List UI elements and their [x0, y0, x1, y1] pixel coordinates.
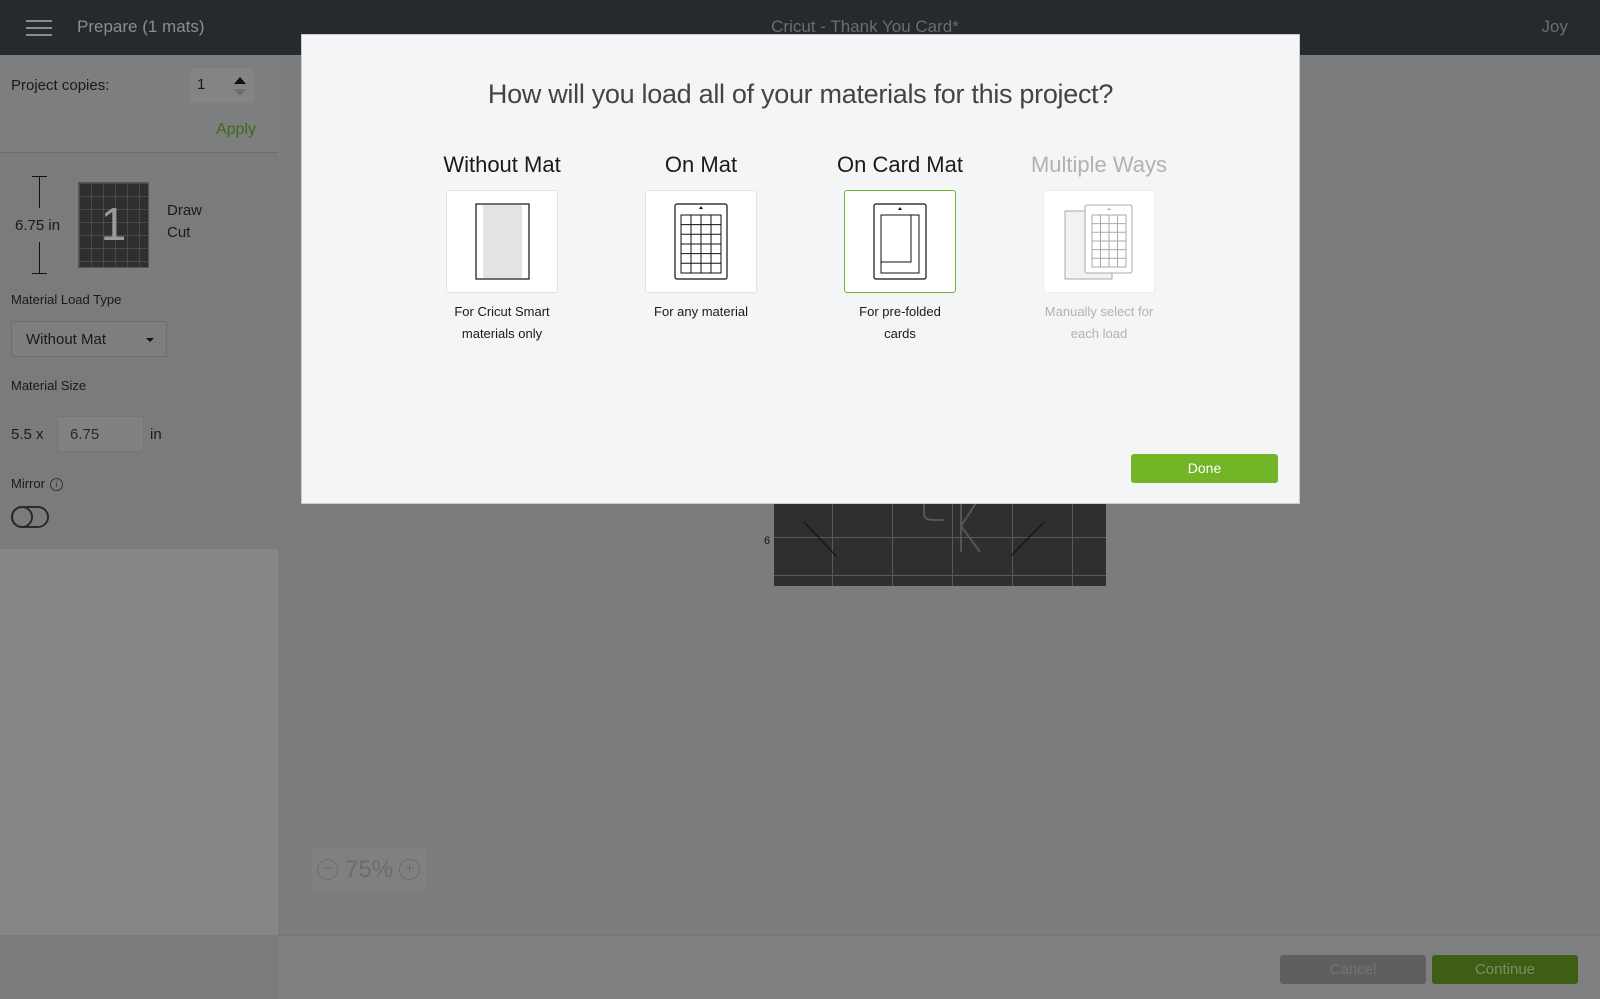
option-description: Manually select for	[1044, 304, 1154, 319]
option-description: each load	[1070, 326, 1128, 341]
zoom-out-icon[interactable]: −	[317, 859, 338, 880]
dialog-title: How will you load all of your materials …	[487, 79, 1114, 109]
option-description: materials only	[461, 326, 543, 341]
option-title: On Mat	[664, 152, 738, 177]
mirror-label: Mirror	[11, 476, 45, 491]
option-on-card-mat[interactable]: On Card Mat For pre-folded cards	[820, 152, 980, 345]
option-title: On Card Mat	[837, 152, 963, 177]
operation-draw: Draw	[167, 202, 203, 219]
apply-button[interactable]: Apply	[216, 121, 256, 139]
option-card[interactable]	[1043, 190, 1155, 293]
project-copies-stepper[interactable]: 1	[190, 68, 254, 103]
increment-arrow-icon[interactable]	[234, 77, 246, 84]
info-icon[interactable]: i	[50, 478, 63, 491]
material-height-value[interactable]: 6.75	[70, 426, 99, 443]
cutting-mat-icon	[674, 203, 728, 280]
material-height-input[interactable]: 6.75	[57, 416, 144, 452]
operation-cut: Cut	[167, 224, 191, 241]
done-button[interactable]: Done	[1131, 454, 1278, 483]
material-size-unit: in	[150, 426, 162, 443]
material-width: 5.5 x	[11, 426, 44, 443]
option-title: Multiple Ways	[1030, 152, 1168, 177]
project-copies-row: Project copies: 1 Apply	[0, 55, 278, 153]
project-copies-label: Project copies:	[11, 77, 110, 94]
mat-thumbnail[interactable]: 1	[78, 182, 149, 268]
option-description: cards	[884, 326, 916, 341]
zoom-in-icon[interactable]: +	[399, 859, 420, 880]
cancel-button[interactable]: Cancel	[1280, 955, 1426, 984]
material-load-type-select[interactable]: Without Mat	[11, 321, 167, 357]
continue-button[interactable]: Continue	[1432, 955, 1578, 984]
option-card[interactable]	[844, 190, 956, 293]
material-load-type-value: Without Mat	[26, 331, 107, 348]
option-title: Without Mat	[443, 152, 561, 177]
user-name[interactable]: Joy	[1542, 17, 1568, 37]
mirror-toggle[interactable]	[11, 506, 49, 528]
mat-height-label: 6.75 in	[15, 217, 61, 234]
without-mat-icon	[475, 203, 530, 280]
card-mat-icon	[873, 203, 927, 280]
mat-number: 1	[100, 198, 127, 250]
mat-operations: Draw Cut	[167, 200, 202, 244]
sidebar-empty-area	[0, 549, 278, 935]
option-description: For any material	[654, 304, 748, 319]
option-card[interactable]	[446, 190, 558, 293]
option-multiple-ways[interactable]: Multiple Ways Manually select for each l…	[1019, 152, 1179, 345]
material-size-label: Material Size	[11, 378, 87, 393]
option-card[interactable]	[645, 190, 757, 293]
material-load-type-label: Material Load Type	[11, 292, 122, 307]
chevron-down-icon	[146, 338, 154, 342]
multiple-ways-icon	[1064, 204, 1133, 280]
sidebar: Project copies: 1 Apply 6.75 in 1 Draw C…	[0, 55, 278, 549]
zoom-level: 75%	[345, 856, 394, 883]
option-description: For pre-folded	[859, 304, 941, 319]
project-copies-value[interactable]: 1	[197, 76, 205, 93]
option-on-mat[interactable]: On Mat For any material	[621, 152, 781, 323]
option-description: For Cricut Smart	[454, 304, 550, 319]
decrement-arrow-icon[interactable]	[234, 89, 246, 96]
option-without-mat[interactable]: Without Mat For Cricut Smart materials o…	[422, 152, 582, 345]
mat-design-preview	[803, 499, 1045, 557]
load-materials-dialog: How will you load all of your materials …	[301, 34, 1300, 504]
ruler-mark: 6	[764, 535, 771, 547]
zoom-control: − 75% +	[312, 848, 426, 890]
canvas-mat-preview[interactable]	[774, 499, 1106, 586]
